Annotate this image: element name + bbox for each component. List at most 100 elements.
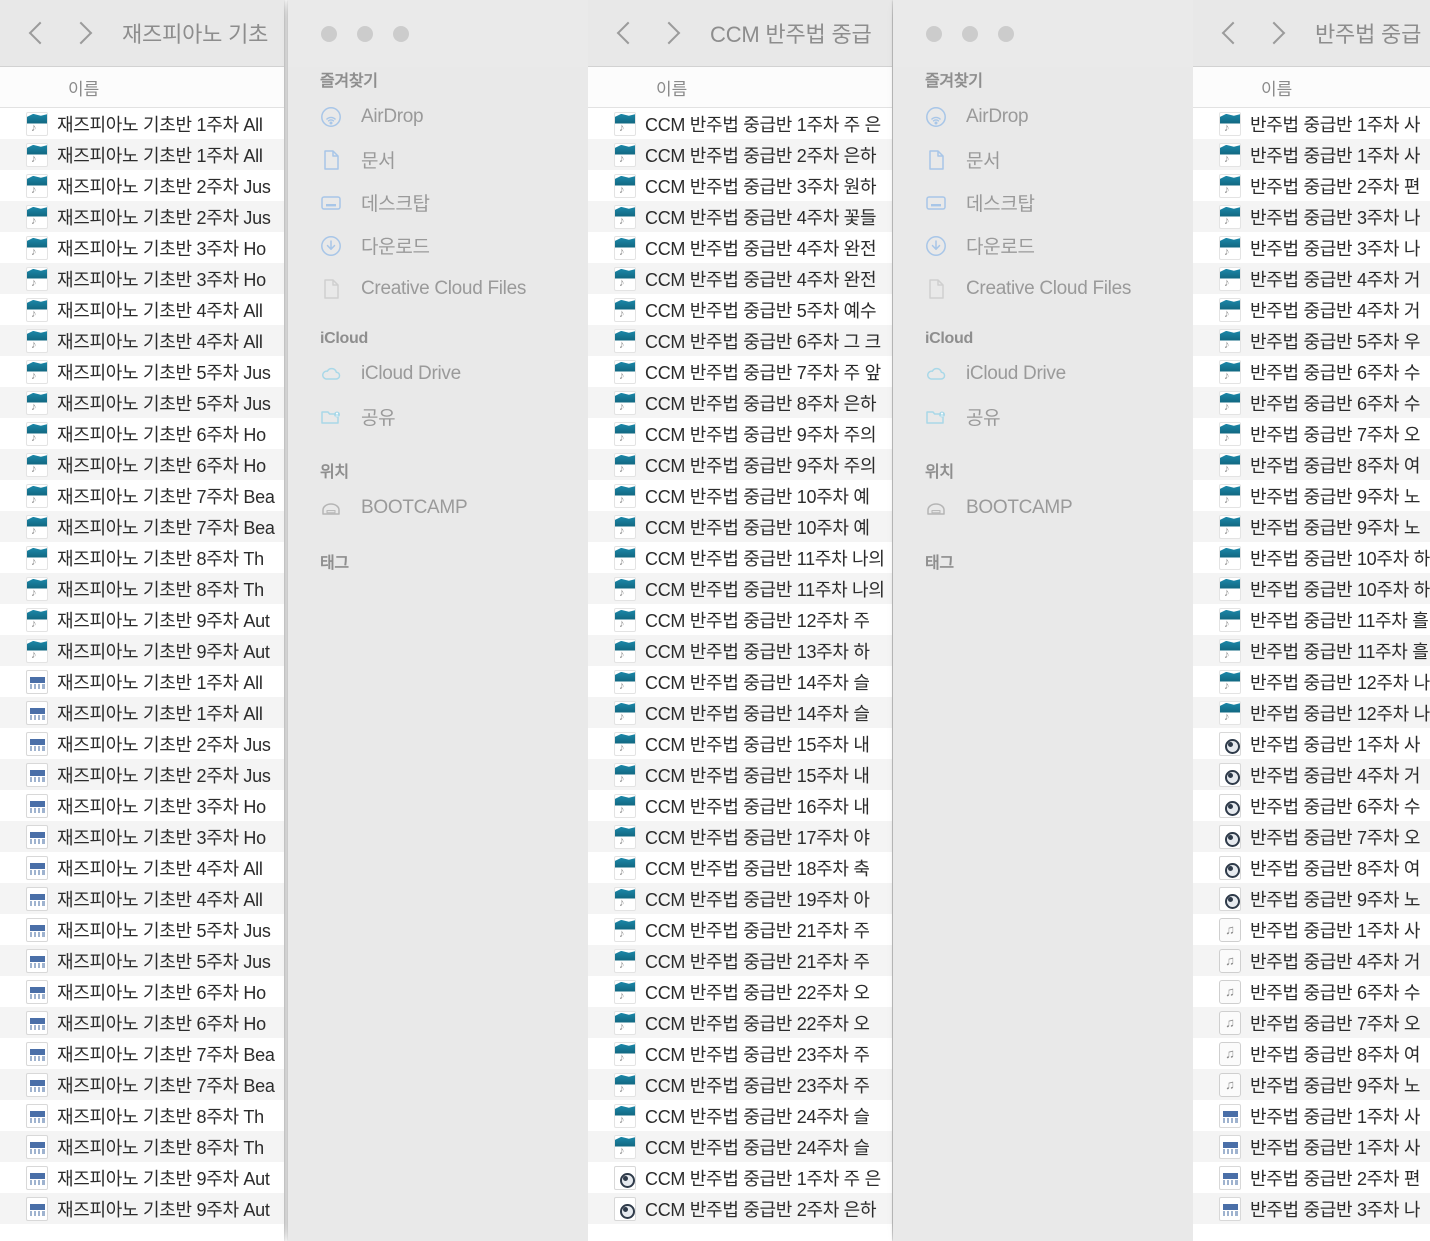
file-row[interactable]: 재즈피아노 기초반 1주차 All	[0, 108, 284, 139]
traffic-lights[interactable]	[926, 25, 1014, 42]
sidebar-item-공유[interactable]: 공유	[288, 395, 588, 438]
file-row[interactable]: CCM 반주법 중급반 8주차 은하	[588, 387, 892, 418]
navigation-arrows[interactable]	[618, 18, 678, 48]
file-row[interactable]: 반주법 중급반 4주차 거	[1193, 294, 1430, 325]
file-row[interactable]: 반주법 중급반 7주차 오	[1193, 418, 1430, 449]
file-row[interactable]: CCM 반주법 중급반 19주차 아	[588, 883, 892, 914]
file-row[interactable]: 재즈피아노 기초반 6주차 Ho	[0, 1007, 284, 1038]
file-row[interactable]: 반주법 중급반 1주차 사	[1193, 914, 1430, 945]
column-header-row[interactable]: 이름	[1193, 67, 1430, 108]
file-row[interactable]: CCM 반주법 중급반 16주차 내	[588, 790, 892, 821]
file-row[interactable]: CCM 반주법 중급반 1주차 주 은	[588, 1162, 892, 1193]
file-row[interactable]: 재즈피아노 기초반 8주차 Th	[0, 573, 284, 604]
sidebar-item-다운로드[interactable]: 다운로드	[288, 224, 588, 267]
file-row[interactable]: CCM 반주법 중급반 21주차 주	[588, 914, 892, 945]
sidebar-content[interactable]: 즐겨찾기 AirDrop 문서 데스크탑 다운로드 Creative Cloud File…	[893, 67, 1193, 573]
file-row[interactable]: 반주법 중급반 6주차 수	[1193, 790, 1430, 821]
file-row[interactable]: CCM 반주법 중급반 23주차 주	[588, 1069, 892, 1100]
file-row[interactable]: 반주법 중급반 11주차 흘	[1193, 604, 1430, 635]
file-row[interactable]: CCM 반주법 중급반 21주차 주	[588, 945, 892, 976]
file-row[interactable]: CCM 반주법 중급반 4주차 꽃들	[588, 201, 892, 232]
sidebar-item-creative-cloud-files[interactable]: Creative Cloud Files	[893, 267, 1193, 310]
file-row[interactable]: 반주법 중급반 12주차 나	[1193, 697, 1430, 728]
file-row[interactable]: 반주법 중급반 12주차 나	[1193, 666, 1430, 697]
file-row[interactable]: 재즈피아노 기초반 7주차 Bea	[0, 1069, 284, 1100]
file-row[interactable]: 반주법 중급반 1주차 사	[1193, 728, 1430, 759]
file-row[interactable]: CCM 반주법 중급반 10주차 예	[588, 480, 892, 511]
window-titlebar[interactable]: 재즈피아노 기초	[0, 0, 284, 67]
file-row[interactable]: CCM 반주법 중급반 3주차 원하	[588, 170, 892, 201]
file-row[interactable]: 반주법 중급반 4주차 거	[1193, 263, 1430, 294]
sidebar-item-icloud-drive[interactable]: iCloud Drive	[288, 352, 588, 395]
column-header-name[interactable]: 이름	[1261, 75, 1292, 100]
column-header-name[interactable]: 이름	[656, 75, 687, 100]
file-row[interactable]: 재즈피아노 기초반 7주차 Bea	[0, 1038, 284, 1069]
file-row[interactable]: 재즈피아노 기초반 6주차 Ho	[0, 976, 284, 1007]
forward-chevron-icon[interactable]	[661, 18, 678, 48]
maximize-button[interactable]	[393, 25, 409, 42]
file-row[interactable]: CCM 반주법 중급반 9주차 주의	[588, 418, 892, 449]
column-header-name[interactable]: 이름	[68, 75, 99, 100]
file-row[interactable]: 재즈피아노 기초반 9주차 Aut	[0, 1193, 284, 1224]
file-row[interactable]: 재즈피아노 기초반 2주차 Jus	[0, 170, 284, 201]
file-row[interactable]: 반주법 중급반 3주차 나	[1193, 201, 1430, 232]
window-titlebar[interactable]: 반주법 중급	[1193, 0, 1430, 67]
file-row[interactable]: 재즈피아노 기초반 9주차 Aut	[0, 604, 284, 635]
sidebar-banjubeop[interactable]: 즐겨찾기 AirDrop 문서 데스크탑 다운로드 Creative Cloud File…	[893, 0, 1193, 1241]
file-row[interactable]: 재즈피아노 기초반 7주차 Bea	[0, 480, 284, 511]
file-row[interactable]: CCM 반주법 중급반 10주차 예	[588, 511, 892, 542]
close-button[interactable]	[926, 25, 942, 42]
file-row[interactable]: 재즈피아노 기초반 6주차 Ho	[0, 418, 284, 449]
sidebar-item-문서[interactable]: 문서	[893, 138, 1193, 181]
sidebar-item-bootcamp[interactable]: BOOTCAMP	[288, 486, 588, 529]
file-row[interactable]: 반주법 중급반 9주차 노	[1193, 883, 1430, 914]
sidebar-item-다운로드[interactable]: 다운로드	[893, 224, 1193, 267]
traffic-lights[interactable]	[321, 25, 409, 42]
file-list-jazz-piano[interactable]: 재즈피아노 기초반 1주차 All 재즈피아노 기초반 1주차 All 재즈피아…	[0, 108, 284, 1241]
column-header-row[interactable]: 이름	[0, 67, 284, 108]
maximize-button[interactable]	[998, 25, 1014, 42]
sidebar-titlebar[interactable]	[288, 0, 588, 67]
close-button[interactable]	[321, 25, 337, 42]
file-row[interactable]: 반주법 중급반 7주차 오	[1193, 1007, 1430, 1038]
file-row[interactable]: 반주법 중급반 6주차 수	[1193, 976, 1430, 1007]
file-row[interactable]: CCM 반주법 중급반 4주차 완전	[588, 263, 892, 294]
file-row[interactable]: 재즈피아노 기초반 5주차 Jus	[0, 914, 284, 945]
file-row[interactable]: 재즈피아노 기초반 4주차 All	[0, 883, 284, 914]
sidebar-item-문서[interactable]: 문서	[288, 138, 588, 181]
file-row[interactable]: 재즈피아노 기초반 5주차 Jus	[0, 945, 284, 976]
back-chevron-icon[interactable]	[30, 18, 47, 48]
file-row[interactable]: 재즈피아노 기초반 2주차 Jus	[0, 728, 284, 759]
file-row[interactable]: CCM 반주법 중급반 15주차 내	[588, 728, 892, 759]
file-row[interactable]: 재즈피아노 기초반 8주차 Th	[0, 1131, 284, 1162]
minimize-button[interactable]	[357, 25, 373, 42]
file-row[interactable]: CCM 반주법 중급반 24주차 슬	[588, 1100, 892, 1131]
forward-chevron-icon[interactable]	[1266, 18, 1283, 48]
file-row[interactable]: CCM 반주법 중급반 13주차 하	[588, 635, 892, 666]
file-row[interactable]: 재즈피아노 기초반 7주차 Bea	[0, 511, 284, 542]
file-list-ccm[interactable]: CCM 반주법 중급반 1주차 주 은 CCM 반주법 중급반 2주차 은하 CCM…	[588, 108, 892, 1241]
file-row[interactable]: 반주법 중급반 4주차 거	[1193, 759, 1430, 790]
file-row[interactable]: CCM 반주법 중급반 6주차 그 크	[588, 325, 892, 356]
file-row[interactable]: CCM 반주법 중급반 7주차 주 앞	[588, 356, 892, 387]
file-row[interactable]: CCM 반주법 중급반 12주차 주	[588, 604, 892, 635]
file-row[interactable]: 재즈피아노 기초반 4주차 All	[0, 852, 284, 883]
file-row[interactable]: 반주법 중급반 9주차 노	[1193, 1069, 1430, 1100]
file-row[interactable]: 반주법 중급반 11주차 흘	[1193, 635, 1430, 666]
file-row[interactable]: 재즈피아노 기초반 2주차 Jus	[0, 759, 284, 790]
file-row[interactable]: 재즈피아노 기초반 9주차 Aut	[0, 1162, 284, 1193]
file-row[interactable]: 재즈피아노 기초반 4주차 All	[0, 325, 284, 356]
file-row[interactable]: CCM 반주법 중급반 1주차 주 은	[588, 108, 892, 139]
sidebar-item-icloud-drive[interactable]: iCloud Drive	[893, 352, 1193, 395]
file-row[interactable]: 반주법 중급반 9주차 노	[1193, 511, 1430, 542]
finder-window-banjubeop[interactable]: 즐겨찾기 AirDrop 문서 데스크탑 다운로드 Creative Cloud File…	[893, 0, 1430, 1241]
file-row[interactable]: CCM 반주법 중급반 22주차 오	[588, 1007, 892, 1038]
sidebar-item-bootcamp[interactable]: BOOTCAMP	[893, 486, 1193, 529]
file-row[interactable]: 반주법 중급반 8주차 여	[1193, 852, 1430, 883]
file-row[interactable]: CCM 반주법 중급반 14주차 슬	[588, 666, 892, 697]
file-row[interactable]: CCM 반주법 중급반 23주차 주	[588, 1038, 892, 1069]
file-row[interactable]: 반주법 중급반 1주차 사	[1193, 139, 1430, 170]
file-row[interactable]: 반주법 중급반 1주차 사	[1193, 1100, 1430, 1131]
file-row[interactable]: 재즈피아노 기초반 1주차 All	[0, 697, 284, 728]
file-row[interactable]: 반주법 중급반 1주차 사	[1193, 108, 1430, 139]
